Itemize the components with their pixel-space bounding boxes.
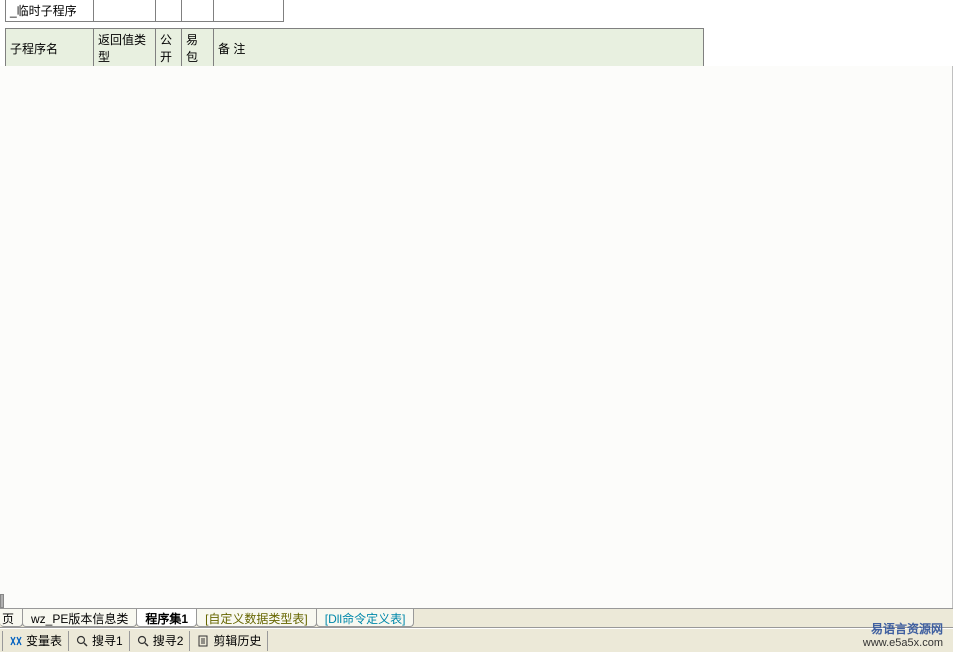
header-name: 子程序名 xyxy=(6,29,94,68)
toolbar-clip-history[interactable]: 剪辑历史 xyxy=(190,631,268,651)
partial-empty-3[interactable] xyxy=(182,0,214,22)
partial-row[interactable]: _临时子程序 xyxy=(6,0,284,22)
table-header-row: 子程序名 返回值类型 公开 易包 备 注 xyxy=(6,29,704,68)
tab-custom-data-types[interactable]: [自定义数据类型表] xyxy=(196,609,317,627)
header-pkg: 易包 xyxy=(182,29,214,68)
header-pub: 公开 xyxy=(156,29,182,68)
tab-dll-commands[interactable]: [Dll命令定义表] xyxy=(316,609,415,627)
tab-program-set-1[interactable]: 程序集1 xyxy=(136,609,197,627)
toolbar-variables-label: 变量表 xyxy=(26,632,62,649)
partial-top-table: _临时子程序 xyxy=(5,0,284,22)
editor-blank-area[interactable] xyxy=(0,66,953,608)
watermark-line1: 易语言资源网 xyxy=(863,622,943,636)
search-icon xyxy=(136,634,150,648)
header-ret: 返回值类型 xyxy=(94,29,156,68)
toolbar-search-2-label: 搜寻2 xyxy=(153,632,184,649)
toolbar-search-1-label: 搜寻1 xyxy=(92,632,123,649)
toolbar-search-1[interactable]: 搜寻1 xyxy=(69,631,130,651)
variables-icon xyxy=(9,634,23,648)
toolbar-variables[interactable]: 变量表 xyxy=(2,631,69,651)
document-tabbar: 页 wz_PE版本信息类 程序集1 [自定义数据类型表] [Dll命令定义表] xyxy=(0,608,953,628)
partial-empty-1[interactable] xyxy=(94,0,156,22)
search-icon xyxy=(75,634,89,648)
toolbar-search-2[interactable]: 搜寻2 xyxy=(130,631,191,651)
partial-empty-2[interactable] xyxy=(156,0,182,22)
tab-pe-version-class[interactable]: wz_PE版本信息类 xyxy=(22,609,137,627)
watermark: 易语言资源网 www.e5a5x.com xyxy=(863,622,943,650)
watermark-line2: www.e5a5x.com xyxy=(863,636,943,650)
partial-name-cell[interactable]: _临时子程序 xyxy=(6,0,94,22)
bottom-toolbar: 变量表 搜寻1 搜寻2 剪辑历史 易语言资源网 www.e5a5x.com xyxy=(0,628,953,652)
bottom-panel: 页 wz_PE版本信息类 程序集1 [自定义数据类型表] [Dll命令定义表] … xyxy=(0,608,953,652)
clipboard-icon xyxy=(196,634,210,648)
toolbar-clip-history-label: 剪辑历史 xyxy=(213,632,261,649)
scroll-handle[interactable] xyxy=(0,594,4,608)
tab-partial[interactable]: 页 xyxy=(0,609,23,627)
partial-empty-4[interactable] xyxy=(214,0,284,22)
header-note: 备 注 xyxy=(214,29,704,68)
